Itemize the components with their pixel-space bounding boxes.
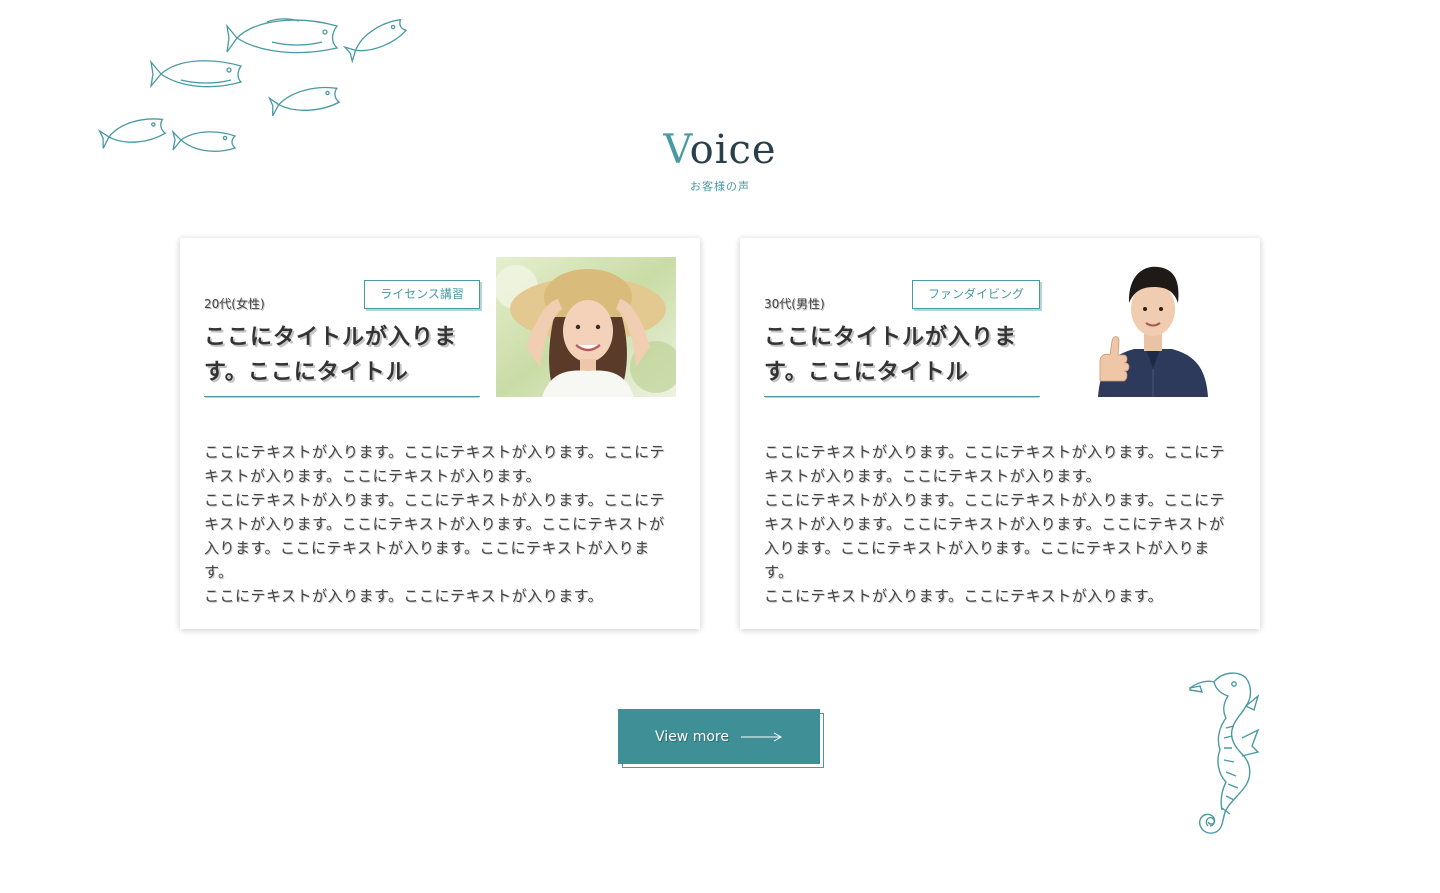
voice-paragraph: ここにテキストが入ります。ここにテキストが入ります。 bbox=[204, 587, 604, 605]
voice-paragraph: ここにテキストが入ります。ここにテキストが入ります。 bbox=[764, 587, 1164, 605]
woman-in-straw-hat-photo bbox=[496, 257, 676, 397]
voice-text: ここにテキストが入ります。ここにテキストが入ります。ここにテキストが入ります。こ… bbox=[764, 440, 1234, 608]
section-heading: Voice お客様の声 bbox=[0, 128, 1440, 194]
view-more-label: View more bbox=[655, 728, 729, 745]
voice-card: 30代(男性) ファンダイビング ここにタイトルが入ります。ここにタイトル ここ… bbox=[740, 238, 1260, 629]
fish-icon bbox=[342, 18, 408, 64]
voice-paragraph: ここにテキストが入ります。ここにテキストが入ります。ここにテキストが入ります。こ… bbox=[204, 443, 666, 485]
long-arrow-right-icon bbox=[740, 732, 782, 741]
course-tag: ライセンス講習 bbox=[364, 280, 480, 309]
voice-paragraph: ここにテキストが入ります。ここにテキストが入ります。ここにテキストが入ります。こ… bbox=[764, 443, 1226, 485]
section-title-rest: oice bbox=[689, 127, 777, 173]
voice-age: 20代(女性) bbox=[204, 297, 265, 311]
course-tag: ファンダイビング bbox=[912, 280, 1040, 309]
man-thumbs-up-photo bbox=[1094, 257, 1212, 397]
voice-card: 20代(女性) ライセンス講習 ここにタイトルが入ります。ここにタイトル ここに… bbox=[180, 238, 700, 629]
voice-text: ここにテキストが入ります。ここにテキストが入ります。ここにテキストが入ります。こ… bbox=[204, 440, 674, 608]
section-subtitle: お客様の声 bbox=[690, 180, 750, 193]
view-more-button[interactable]: View more bbox=[618, 709, 820, 764]
fish-icon bbox=[149, 59, 243, 89]
voice-section: Voice お客様の声 20代(女性) ライセンス講習 ここにタイトルが入ります… bbox=[0, 0, 1440, 893]
view-more-wrapper: View more bbox=[618, 709, 824, 769]
voice-age: 30代(男性) bbox=[764, 297, 825, 311]
fish-icon bbox=[225, 18, 339, 54]
section-title: Voice bbox=[0, 128, 1440, 172]
voice-title: ここにタイトルが入ります。ここにタイトル bbox=[204, 320, 480, 397]
voice-paragraph: ここにテキストが入ります。ここにテキストが入ります。ここにテキストが入ります。こ… bbox=[764, 491, 1226, 581]
seahorse-illustration bbox=[1189, 672, 1260, 834]
fish-icon bbox=[267, 86, 341, 117]
voice-title: ここにタイトルが入ります。ここにタイトル bbox=[764, 320, 1040, 397]
section-title-initial: V bbox=[663, 127, 690, 173]
voice-paragraph: ここにテキストが入ります。ここにテキストが入ります。ここにテキストが入ります。こ… bbox=[204, 491, 666, 581]
